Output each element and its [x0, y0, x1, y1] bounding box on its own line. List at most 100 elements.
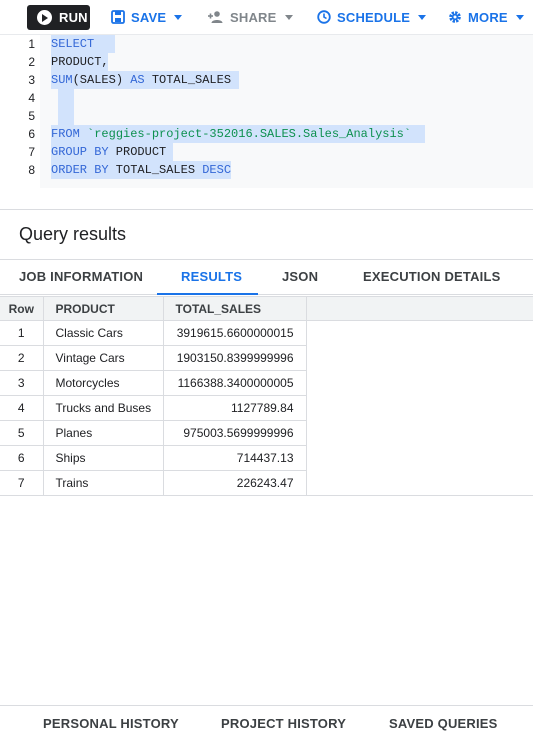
code-text: PRODUCT, [51, 53, 109, 71]
product-cell[interactable]: Motorcycles [42, 370, 164, 396]
person-add-icon [208, 11, 223, 23]
chevron-down-icon [515, 14, 524, 20]
chevron-down-icon [418, 14, 427, 20]
row-number-cell[interactable]: 4 [0, 395, 44, 421]
share-button[interactable]: SHARE [208, 7, 293, 27]
code-token: `reggies-project-352016.SALES.Sales_Anal… [87, 127, 412, 141]
table-row: 7 Trains 226243.47 [0, 470, 307, 496]
line-number: 2 [28, 55, 35, 69]
code-line: 4 [0, 89, 533, 107]
column-header-total-sales[interactable]: TOTAL_SALES [162, 296, 307, 321]
table-row: 2 Vintage Cars 1903150.8399999996 [0, 345, 307, 371]
code-token: DESC [202, 163, 232, 177]
table-row: 1 Classic Cars 3919615.6600000015 [0, 320, 307, 346]
row-number-cell[interactable]: 3 [0, 370, 44, 396]
code-token: TOTAL_SALES [108, 163, 203, 177]
run-button[interactable]: RUN [27, 5, 90, 30]
product-cell[interactable]: Classic Cars [42, 320, 164, 346]
line-number: 6 [28, 127, 35, 141]
tab-project-history[interactable]: PROJECT HISTORY [221, 716, 346, 731]
total-sales-cell[interactable]: 1127789.84 [162, 395, 307, 421]
code-line: 5 [0, 107, 533, 125]
line-number: 5 [28, 109, 35, 123]
code-token: ORDER BY [51, 163, 109, 177]
editor-divider [0, 209, 533, 210]
code-line: 1 SELECT [0, 35, 533, 53]
line-number: 8 [28, 163, 35, 177]
line-number: 1 [28, 37, 35, 51]
clock-icon [317, 10, 331, 24]
code-text: ORDER BY TOTAL_SALES DESC [51, 161, 231, 179]
table-row: 4 Trucks and Buses 1127789.84 [0, 395, 307, 421]
product-cell[interactable]: Trucks and Buses [42, 395, 164, 421]
product-cell[interactable]: Planes [42, 420, 164, 446]
code-text: SELECT [51, 35, 94, 53]
line-number: 3 [28, 73, 35, 87]
table-row: 3 Motorcycles 1166388.3400000005 [0, 370, 307, 396]
code-token: SUM [51, 73, 73, 87]
play-icon [37, 10, 52, 25]
row-number-cell[interactable]: 7 [0, 470, 44, 496]
tab-json[interactable]: JSON [282, 260, 318, 295]
more-button[interactable]: MORE [448, 7, 524, 27]
product-cell[interactable]: Ships [42, 445, 164, 471]
column-header-row[interactable]: Row [0, 296, 44, 321]
product-cell[interactable]: Trains [42, 470, 164, 496]
code-line: 8 ORDER BY TOTAL_SALES DESC [0, 161, 533, 179]
gear-icon [449, 11, 461, 23]
active-tab-indicator [157, 293, 258, 295]
code-line: 6 FROM `reggies-project-352016.SALES.Sale… [0, 125, 533, 143]
table-row: 5 Planes 975003.5699999996 [0, 420, 307, 446]
code-token: AS [130, 73, 145, 87]
table-header-row: Row PRODUCT TOTAL_SALES [0, 296, 307, 321]
schedule-button[interactable]: SCHEDULE [317, 7, 427, 27]
row-number-cell[interactable]: 2 [0, 345, 44, 371]
row-number-cell[interactable]: 5 [0, 420, 44, 446]
schedule-label: SCHEDULE [337, 9, 411, 25]
query-results-title: Query results [19, 224, 127, 244]
tab-execution-details[interactable]: EXECUTION DETAILS [363, 260, 501, 295]
save-button[interactable]: SAVE [111, 7, 183, 27]
sql-editor[interactable]: 1 SELECT 2 PRODUCT, 3 SUM(SALES) AS TOTAL_SAL… [0, 35, 533, 188]
total-sales-cell[interactable]: 714437.13 [162, 445, 307, 471]
results-table: Row PRODUCT TOTAL_SALES 1 Classic Cars 391… [0, 296, 307, 496]
chevron-down-icon [284, 14, 293, 20]
tab-job-information[interactable]: JOB INFORMATION [19, 260, 143, 295]
code-line: 2 PRODUCT, [0, 53, 533, 71]
save-label: SAVE [131, 9, 167, 25]
code-text: GROUP BY PRODUCT [51, 143, 166, 161]
query-toolbar: RUN SAVE SHARE SCHEDULE MORE [0, 0, 533, 34]
table-body: 1 Classic Cars 3919615.6600000015 2 Vintage … [0, 320, 307, 496]
product-cell[interactable]: Vintage Cars [42, 345, 164, 371]
table-bottom-divider [0, 495, 533, 496]
table-header-extension [306, 296, 533, 321]
code-token: GROUP BY [51, 145, 109, 159]
total-sales-cell[interactable]: 3919615.6600000015 [162, 320, 307, 346]
more-label: MORE [468, 9, 508, 25]
tab-results[interactable]: RESULTS [181, 260, 242, 295]
code-token: PRODUCT [108, 145, 167, 159]
table-row: 6 Ships 714437.13 [0, 445, 307, 471]
save-icon [111, 10, 125, 24]
row-number-cell[interactable]: 1 [0, 320, 44, 346]
code-token: TOTAL_SALES [144, 73, 232, 87]
code-token: FROM [51, 127, 80, 141]
line-number: 4 [28, 91, 35, 105]
total-sales-cell[interactable]: 1903150.8399999996 [162, 345, 307, 371]
code-token: SELECT [51, 37, 95, 51]
history-footer: PERSONAL HISTORY PROJECT HISTORY SAVED Q… [0, 705, 533, 741]
total-sales-cell[interactable]: 1166388.3400000005 [162, 370, 307, 396]
total-sales-cell[interactable]: 975003.5699999996 [162, 420, 307, 446]
code-line: 7 GROUP BY PRODUCT [0, 143, 533, 161]
code-text: SUM(SALES) AS TOTAL_SALES [51, 71, 231, 89]
column-header-product[interactable]: PRODUCT [42, 296, 164, 321]
total-sales-cell[interactable]: 226243.47 [162, 470, 307, 496]
tab-personal-history[interactable]: PERSONAL HISTORY [43, 716, 179, 731]
share-label: SHARE [230, 9, 277, 25]
tab-saved-queries[interactable]: SAVED QUERIES [389, 716, 498, 731]
code-line: 3 SUM(SALES) AS TOTAL_SALES [0, 71, 533, 89]
row-number-cell[interactable]: 6 [0, 445, 44, 471]
run-label: RUN [59, 10, 88, 25]
code-token: (SALES) [72, 73, 131, 87]
